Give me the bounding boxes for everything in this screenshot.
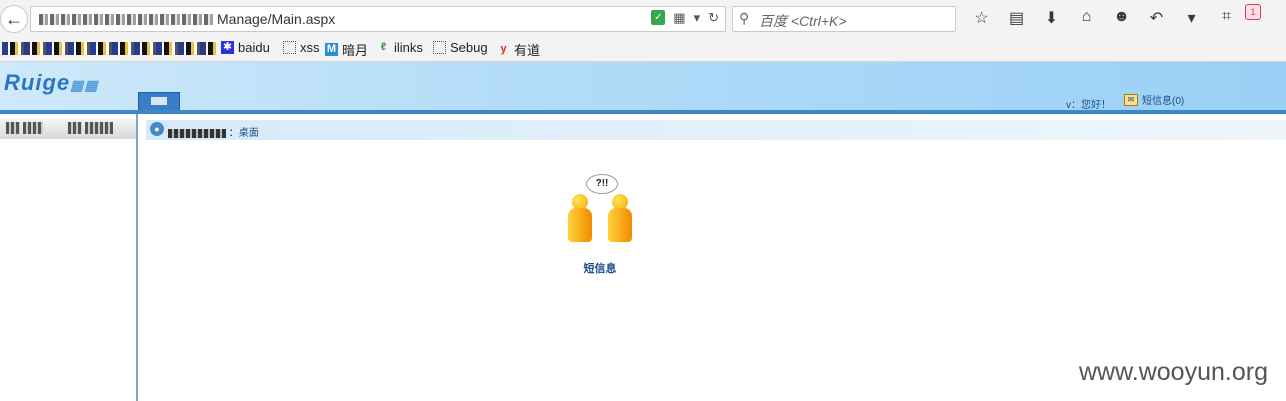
search-bar[interactable]: ⚲ 百度 <Ctrl+K>: [732, 6, 956, 32]
desktop-tab[interactable]: [138, 92, 180, 112]
sidebar-tab-2[interactable]: [68, 122, 113, 134]
bookmark-xss[interactable]: xss: [283, 40, 320, 55]
bookmark-label: 有道: [514, 43, 541, 58]
bookmark-label: baidu: [238, 40, 270, 55]
shortcut-label: 短信息: [583, 263, 617, 275]
redacted-tab-label: [23, 122, 43, 134]
youdao-icon: y: [500, 43, 507, 55]
ilinks-icon: ℓ: [380, 41, 387, 53]
search-icon: ⚲: [739, 10, 750, 26]
person-body-left: [568, 208, 592, 242]
bookmark-youdao[interactable]: y 有道: [497, 40, 540, 59]
desktop-shortcut-messages[interactable]: ?!! 短信息: [556, 170, 644, 276]
bookmark-anyue[interactable]: M 暗月: [325, 40, 368, 59]
desktop-icon: [151, 97, 167, 105]
home-icon[interactable]: ⌂: [1069, 8, 1104, 28]
undo-icon[interactable]: ↶: [1139, 8, 1174, 28]
messages-label: 短信息(0): [1142, 96, 1185, 107]
back-arrow-icon[interactable]: ←: [0, 5, 28, 33]
speech-bubble: ?!!: [586, 174, 618, 194]
reload-icon[interactable]: ↻: [708, 10, 719, 26]
em-logo-icon: M: [325, 43, 338, 56]
sidebar-tab-1[interactable]: [6, 122, 43, 134]
breadcrumb: ● ：桌面: [146, 120, 1286, 140]
search-placeholder: 百度 <Ctrl+K>: [759, 13, 847, 29]
bookmarks-bar: ✱ baidu xss M 暗月 ℓ ilinks Sebug y 有道: [0, 36, 1286, 62]
logo-mark: ▦▦: [70, 77, 99, 93]
chat-icon[interactable]: ☻: [1104, 8, 1139, 28]
browser-toolbar: ← Manage/Main.aspx ✓ ▦ ▾ ↻ ⚲ 百度 <Ctrl+K>…: [0, 0, 1286, 36]
bookmark-baidu[interactable]: ✱ baidu: [221, 40, 270, 55]
menu-dropdown-icon[interactable]: ▾: [1174, 8, 1209, 28]
bookmark-sebug[interactable]: Sebug: [433, 40, 488, 55]
greeting-text: v：您好！: [1066, 100, 1111, 111]
shield-icon[interactable]: ✓: [651, 10, 666, 25]
redacted-tab-icon: [6, 122, 20, 134]
logo-text: Ruige: [4, 70, 71, 95]
blank-page-icon: [433, 41, 446, 54]
crop-icon[interactable]: ⌗: [1209, 8, 1244, 28]
bookmark-label: 暗月: [342, 43, 369, 58]
redacted-tab-label: [85, 122, 113, 134]
breadcrumb-link[interactable]: 桌面: [239, 128, 259, 139]
bookmark-label: Sebug: [450, 40, 488, 55]
watermark: www.wooyun.org: [1079, 358, 1268, 386]
redacted-breadcrumb-prefix: [168, 128, 226, 138]
messages-link[interactable]: ✉ 短信息(0): [1124, 92, 1184, 107]
download-icon[interactable]: ⬇: [1034, 8, 1069, 28]
envelope-icon: ✉: [1124, 93, 1138, 106]
sidebar-tabs: [0, 119, 136, 139]
breadcrumb-text: ：桌面: [168, 124, 259, 139]
reading-list-icon[interactable]: ▤: [999, 8, 1034, 28]
dropdown-arrow-icon[interactable]: ▾: [694, 10, 701, 26]
bookmark-label: xss: [300, 40, 320, 55]
notification-badge[interactable]: 1: [1245, 4, 1261, 20]
redacted-tab-icon: [68, 122, 82, 134]
address-bar[interactable]: Manage/Main.aspx ✓ ▦ ▾ ↻: [30, 6, 726, 32]
app-header: Ruige▦▦ v：您好！ ✉ 短信息(0): [0, 62, 1286, 112]
qr-code-icon[interactable]: ▦: [673, 10, 685, 26]
header-rule: [0, 110, 1286, 114]
bookmark-ilinks[interactable]: ℓ ilinks: [377, 40, 423, 55]
redacted-bookmarks: [2, 42, 216, 55]
paw-icon: ✱: [221, 41, 234, 54]
bookmark-label: ilinks: [394, 40, 423, 55]
blank-page-icon: [283, 41, 296, 54]
app-logo: Ruige▦▦: [4, 70, 99, 96]
location-icon: ●: [150, 122, 164, 136]
sidebar: [0, 114, 138, 401]
person-body-right: [608, 208, 632, 242]
redacted-url-part: [39, 14, 215, 25]
people-chat-icon: ?!!: [556, 170, 644, 254]
url-text: Manage/Main.aspx: [217, 11, 336, 27]
bookmark-star-icon[interactable]: ☆: [964, 8, 999, 28]
